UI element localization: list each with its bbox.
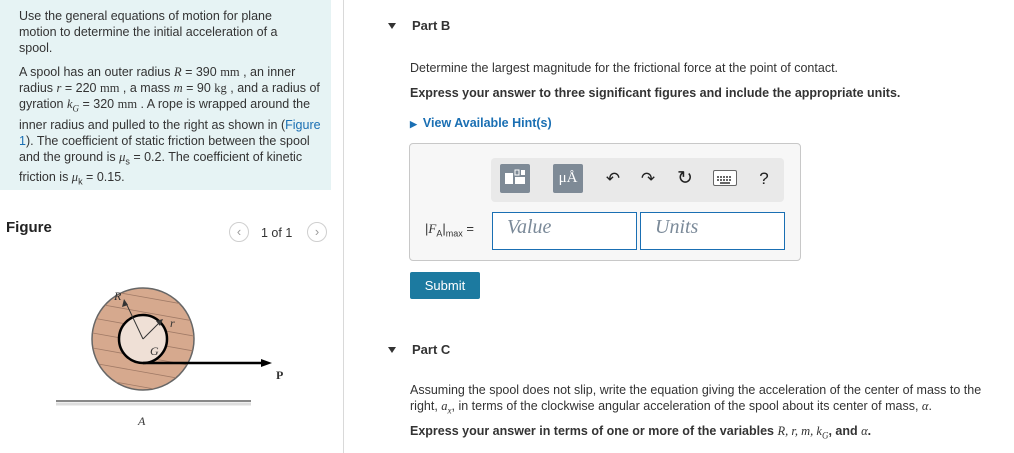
- templates-button[interactable]: [500, 164, 530, 193]
- previous-figure-button[interactable]: ‹: [229, 222, 249, 242]
- part-c-instruction: Express your answer in terms of one or m…: [410, 424, 871, 441]
- text: , a mass: [119, 81, 174, 95]
- text: = 90: [182, 81, 215, 95]
- part-b-instruction: Express your answer to three significant…: [410, 86, 901, 100]
- text: = 0.15.: [82, 170, 125, 184]
- collapse-caret-icon[interactable]: [388, 22, 396, 29]
- unit: mm: [117, 97, 138, 111]
- text: = 320: [79, 97, 118, 111]
- part-c-header[interactable]: Part C: [388, 342, 450, 357]
- force-arrowhead: [261, 359, 272, 367]
- label-R: R: [113, 289, 122, 303]
- intro-summary: Use the general equations of motion for …: [19, 9, 278, 55]
- figure-title: Figure: [6, 219, 52, 236]
- part-b-question: Determine the largest magnitude for the …: [410, 61, 839, 75]
- part-c-title: Part C: [412, 342, 451, 357]
- equals-sign: =: [466, 221, 474, 236]
- text: , in terms of the clockwise angular acce…: [451, 399, 922, 413]
- hint-label: View Available Hint(s): [422, 116, 552, 130]
- expand-triangle-icon: ▶: [410, 119, 417, 129]
- problem-panel: Use the general equations of motion for …: [0, 0, 344, 453]
- text: .: [928, 399, 932, 413]
- var-m: m: [173, 81, 183, 95]
- text: = 220: [61, 81, 100, 95]
- part-b-header[interactable]: Part B: [388, 18, 450, 33]
- unit: mm: [220, 65, 240, 79]
- part-c-question: Assuming the spool does not slip, write …: [410, 382, 1010, 419]
- units-input[interactable]: Units: [640, 212, 785, 250]
- units-button[interactable]: μÅ: [553, 164, 583, 193]
- keyboard-icon[interactable]: [713, 170, 737, 186]
- answer-label: |FA|max =: [425, 221, 474, 239]
- spool-figure: R r G A P: [56, 287, 283, 428]
- variables: R, r, m, k: [777, 424, 822, 438]
- next-figure-button[interactable]: ›: [307, 222, 327, 242]
- view-hints-link[interactable]: ▶ View Available Hint(s): [410, 116, 552, 130]
- text: Express your answer in terms of one or m…: [410, 424, 778, 438]
- part-b-title: Part B: [412, 18, 451, 33]
- value-input[interactable]: Value: [492, 212, 637, 250]
- text: A spool has an outer radius: [19, 65, 174, 79]
- submit-button[interactable]: Submit: [410, 272, 480, 299]
- subscript-max: max: [445, 228, 463, 239]
- collapse-caret-icon[interactable]: [388, 346, 396, 353]
- label-r: r: [170, 316, 175, 330]
- template-icon: [505, 169, 525, 184]
- text: .: [867, 424, 872, 438]
- problem-intro: Use the general equations of motion for …: [0, 0, 331, 190]
- unit: mm: [99, 81, 120, 95]
- var-R: R: [173, 65, 182, 79]
- help-icon[interactable]: ?: [753, 168, 775, 190]
- unit: kg: [214, 81, 227, 95]
- undo-icon[interactable]: ↶: [602, 168, 624, 190]
- label-P: P: [276, 368, 283, 382]
- text: = 390: [181, 65, 221, 79]
- text: , and: [828, 424, 862, 438]
- keyboard-keys: [717, 176, 731, 184]
- redo-icon[interactable]: ↷: [637, 168, 659, 190]
- label-G: G: [150, 344, 159, 358]
- reset-icon[interactable]: ↻: [674, 168, 696, 190]
- problem-statement: A spool has an outer radius R = 390 mm ,…: [19, 64, 324, 190]
- figure-pager-text: 1 of 1: [261, 226, 293, 240]
- label-A: A: [137, 414, 146, 428]
